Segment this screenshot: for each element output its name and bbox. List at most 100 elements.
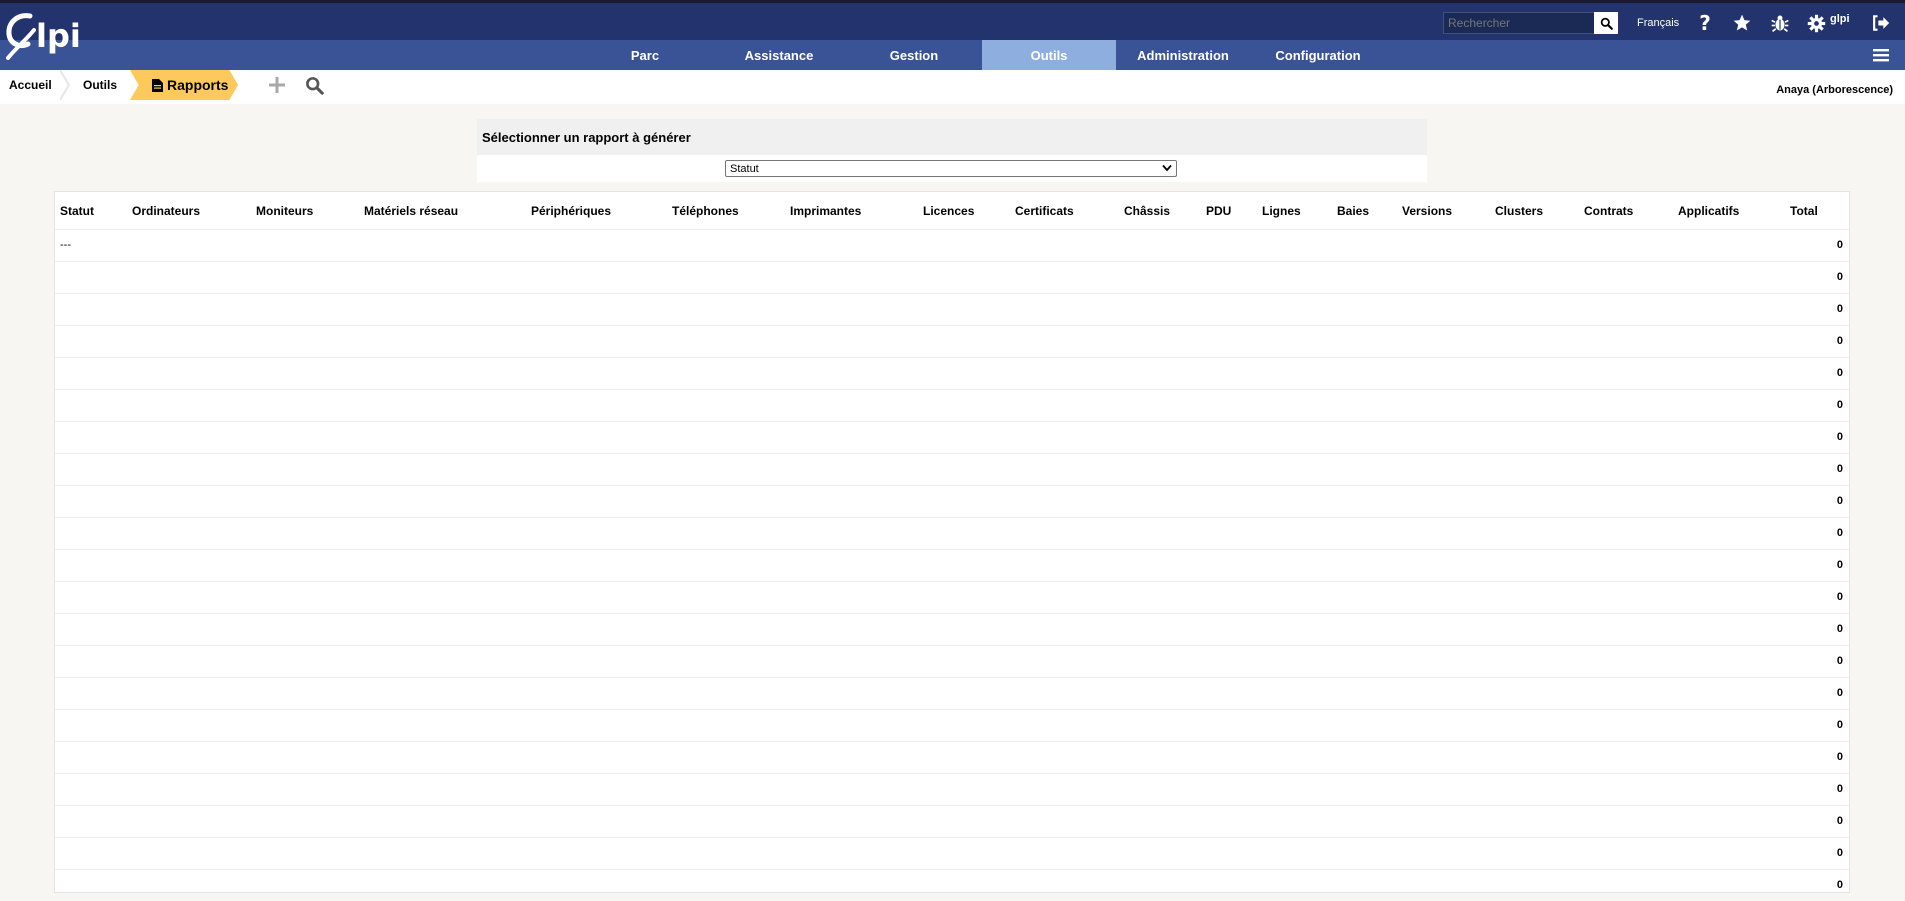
menu-configuration[interactable]: Configuration (1251, 40, 1385, 70)
table-row: 0 (55, 805, 1849, 837)
row-total: 0 (1836, 847, 1843, 859)
add-icon[interactable] (268, 76, 286, 97)
table-row: 0 (55, 645, 1849, 677)
star-icon[interactable] (1731, 12, 1753, 34)
table-row: 0 (55, 261, 1849, 293)
report-icon (152, 78, 163, 92)
gear-icon[interactable] (1805, 12, 1827, 34)
table-row: 0 (55, 421, 1849, 453)
column-header-statut[interactable]: Statut (60, 192, 94, 229)
column-header-lignes[interactable]: Lignes (1262, 192, 1301, 229)
breadcrumb-rapports[interactable]: Rapports (130, 70, 238, 100)
column-header-peripheriques[interactable]: Périphériques (531, 192, 611, 229)
report-selector-title: Sélectionner un rapport à générer (477, 119, 1427, 155)
chevron-down-icon (1162, 164, 1172, 172)
row-total: 0 (1836, 655, 1843, 667)
row-total: 0 (1836, 495, 1843, 507)
breadcrumb-accueil-label: Accueil (9, 78, 52, 92)
row-total: 0 (1836, 303, 1843, 315)
row-total: 0 (1836, 367, 1843, 379)
menu-administration[interactable]: Administration (1116, 40, 1250, 70)
active-entity[interactable]: Anaya (Arborescence) (1776, 84, 1893, 96)
table-row: 0 (55, 613, 1849, 645)
column-header-applicatifs[interactable]: Applicatifs (1678, 192, 1739, 229)
glpi-logo[interactable]: lpi (4, 10, 96, 62)
menu-parc[interactable]: Parc (578, 40, 712, 70)
row-total: 0 (1836, 879, 1843, 891)
breadcrumb-accueil[interactable]: Accueil (0, 70, 52, 100)
row-total: 0 (1836, 463, 1843, 475)
table-row: 0 (55, 581, 1849, 613)
row-total: 0 (1836, 239, 1843, 251)
breadcrumb-separator (60, 70, 70, 100)
main-menu: Parc Assistance Gestion Outils Administr… (0, 40, 1905, 70)
menu-gestion[interactable]: Gestion (847, 40, 981, 70)
row-total: 0 (1836, 431, 1843, 443)
language-selector[interactable]: Français (1637, 17, 1679, 29)
row-total: 0 (1836, 335, 1843, 347)
top-header: Français ? glpi (0, 0, 1905, 40)
column-header-chassis[interactable]: Châssis (1124, 192, 1170, 229)
column-header-telephones[interactable]: Téléphones (672, 192, 739, 229)
table-row: 0 (55, 549, 1849, 581)
search-list-icon[interactable] (305, 76, 324, 98)
column-header-certificats[interactable]: Certificats (1015, 192, 1074, 229)
row-total: 0 (1836, 687, 1843, 699)
column-header-pdu[interactable]: PDU (1206, 192, 1231, 229)
table-row: 0 (55, 709, 1849, 741)
row-total: 0 (1836, 783, 1843, 795)
row-total: 0 (1836, 527, 1843, 539)
report-selector-panel: Sélectionner un rapport à générer Statut (477, 119, 1427, 182)
hamburger-menu-icon[interactable] (1872, 46, 1890, 64)
row-total: 0 (1836, 815, 1843, 827)
column-header-licences[interactable]: Licences (923, 192, 974, 229)
search-input[interactable] (1443, 12, 1618, 34)
column-header-ordinateurs[interactable]: Ordinateurs (132, 192, 200, 229)
table-row: 0 (55, 517, 1849, 549)
table-row: 0 (55, 293, 1849, 325)
table-row: 0 (55, 773, 1849, 805)
column-header-imprimantes[interactable]: Imprimantes (790, 192, 861, 229)
search-icon (1600, 17, 1613, 30)
column-header-clusters[interactable]: Clusters (1495, 192, 1543, 229)
breadcrumb: Accueil Outils Rapports (0, 70, 1905, 104)
row-total: 0 (1836, 591, 1843, 603)
search-button[interactable] (1594, 12, 1618, 34)
row-total: 0 (1836, 751, 1843, 763)
breadcrumb-outils-label: Outils (83, 78, 118, 92)
bug-icon[interactable] (1769, 12, 1791, 34)
help-icon[interactable]: ? (1694, 11, 1716, 35)
row-total: 0 (1836, 399, 1843, 411)
report-table: Statut Ordinateurs Moniteurs Matériels r… (54, 191, 1850, 893)
column-header-materiels-reseau[interactable]: Matériels réseau (364, 192, 458, 229)
row-label: --- (60, 239, 71, 251)
column-header-total[interactable]: Total (1790, 192, 1818, 229)
column-header-contrats[interactable]: Contrats (1584, 192, 1633, 229)
table-row: 0 (55, 869, 1849, 901)
column-header-moniteurs[interactable]: Moniteurs (256, 192, 313, 229)
breadcrumb-rapports-label: Rapports (167, 77, 229, 93)
svg-text:lpi: lpi (36, 17, 81, 55)
row-total: 0 (1836, 559, 1843, 571)
table-row: 0 (55, 837, 1849, 869)
table-row: 0 (55, 357, 1849, 389)
table-row: 0 (55, 389, 1849, 421)
row-total: 0 (1836, 719, 1843, 731)
report-select-value: Statut (730, 162, 759, 175)
menu-assistance[interactable]: Assistance (712, 40, 846, 70)
row-total: 0 (1836, 271, 1843, 283)
table-row: 0 (55, 453, 1849, 485)
user-menu[interactable]: glpi (1830, 13, 1850, 25)
logout-icon[interactable] (1869, 12, 1891, 34)
table-row: --- 0 (55, 229, 1849, 261)
menu-outils[interactable]: Outils (982, 40, 1116, 70)
table-row: 0 (55, 325, 1849, 357)
table-row: 0 (55, 485, 1849, 517)
table-row: 0 (55, 741, 1849, 773)
column-header-versions[interactable]: Versions (1402, 192, 1452, 229)
row-total: 0 (1836, 623, 1843, 635)
table-row: 0 (55, 677, 1849, 709)
column-header-baies[interactable]: Baies (1337, 192, 1369, 229)
report-select[interactable]: Statut (725, 160, 1177, 177)
breadcrumb-outils[interactable]: Outils (74, 70, 117, 100)
